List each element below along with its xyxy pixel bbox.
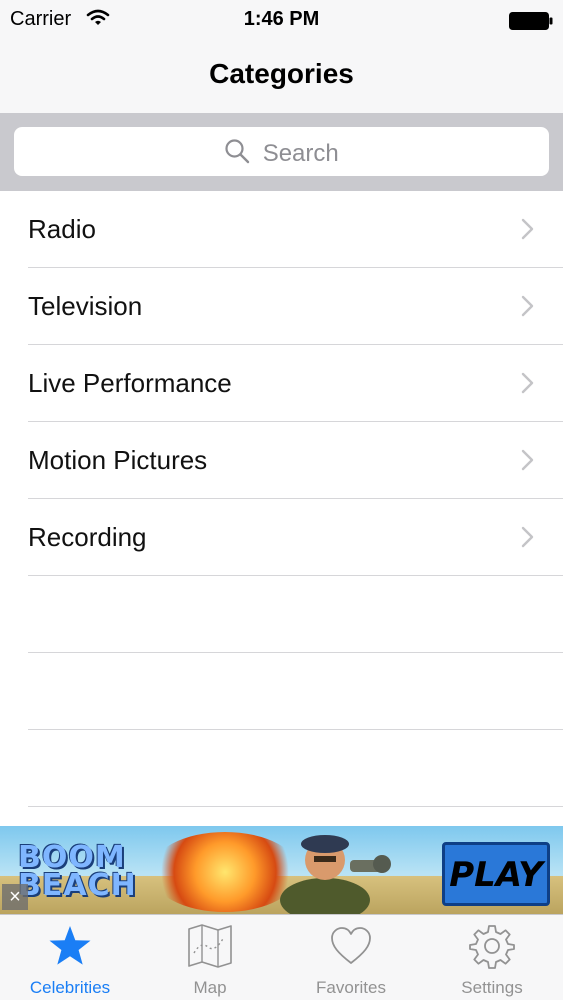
ad-close-button[interactable]: × bbox=[2, 884, 28, 910]
empty-row bbox=[0, 653, 563, 730]
chevron-right-icon bbox=[521, 218, 535, 245]
ad-play-label: PLAY bbox=[449, 855, 543, 895]
ad-logo-line2: BEACH bbox=[18, 868, 137, 903]
tab-celebrities[interactable]: Celebrities bbox=[0, 915, 140, 1001]
chevron-right-icon bbox=[521, 372, 535, 399]
tab-label: Settings bbox=[461, 978, 523, 997]
chevron-right-icon bbox=[521, 295, 535, 322]
chevron-right-icon bbox=[521, 449, 535, 476]
ad-play-button[interactable]: PLAY bbox=[442, 842, 550, 906]
map-icon bbox=[140, 923, 280, 974]
clock: 1:46 PM bbox=[243, 8, 320, 30]
list-item-label: Recording bbox=[28, 522, 147, 552]
list-item-label: Motion Pictures bbox=[28, 445, 208, 475]
list-item-label: Live Performance bbox=[28, 368, 232, 398]
status-bar: Carrier 1:46 PM bbox=[0, 0, 563, 40]
chevron-right-icon bbox=[521, 526, 535, 553]
navigation-bar: Categories bbox=[0, 40, 563, 113]
gear-icon bbox=[422, 923, 562, 974]
tab-favorites[interactable]: Favorites bbox=[281, 915, 421, 1001]
search-input[interactable]: Search bbox=[14, 127, 549, 176]
row-divider bbox=[28, 806, 563, 807]
battery-icon bbox=[509, 11, 553, 36]
ad-banner[interactable]: BOOM BEACH × PLAY bbox=[0, 826, 563, 914]
tab-label: Map bbox=[193, 978, 227, 997]
list-item-label: Radio bbox=[28, 214, 96, 244]
list-item-label: Television bbox=[28, 291, 143, 321]
search-placeholder: Search bbox=[262, 139, 339, 167]
ad-soldier-image bbox=[280, 835, 391, 914]
tab-label: Favorites bbox=[316, 978, 386, 997]
category-list: Radio Television Live Performance Motion… bbox=[0, 191, 563, 807]
tab-label: Celebrities bbox=[29, 978, 111, 997]
tab-map[interactable]: Map bbox=[140, 915, 280, 1001]
search-icon bbox=[224, 138, 250, 169]
page-title: Categories bbox=[209, 58, 354, 89]
tab-settings[interactable]: Settings bbox=[422, 915, 562, 1001]
list-item-live-performance[interactable]: Live Performance bbox=[0, 345, 563, 422]
list-item-television[interactable]: Television bbox=[0, 268, 563, 345]
heart-icon bbox=[281, 923, 421, 974]
empty-row bbox=[0, 576, 563, 653]
search-area: Search bbox=[0, 113, 563, 191]
list-item-radio[interactable]: Radio bbox=[0, 191, 563, 268]
list-item-recording[interactable]: Recording bbox=[0, 499, 563, 576]
star-icon bbox=[0, 923, 140, 974]
empty-row bbox=[0, 730, 563, 807]
list-item-motion-pictures[interactable]: Motion Pictures bbox=[0, 422, 563, 499]
tab-bar: Celebrities Map Favorites Settings bbox=[0, 914, 563, 1000]
ad-game-logo: BOOM BEACH bbox=[18, 843, 137, 903]
